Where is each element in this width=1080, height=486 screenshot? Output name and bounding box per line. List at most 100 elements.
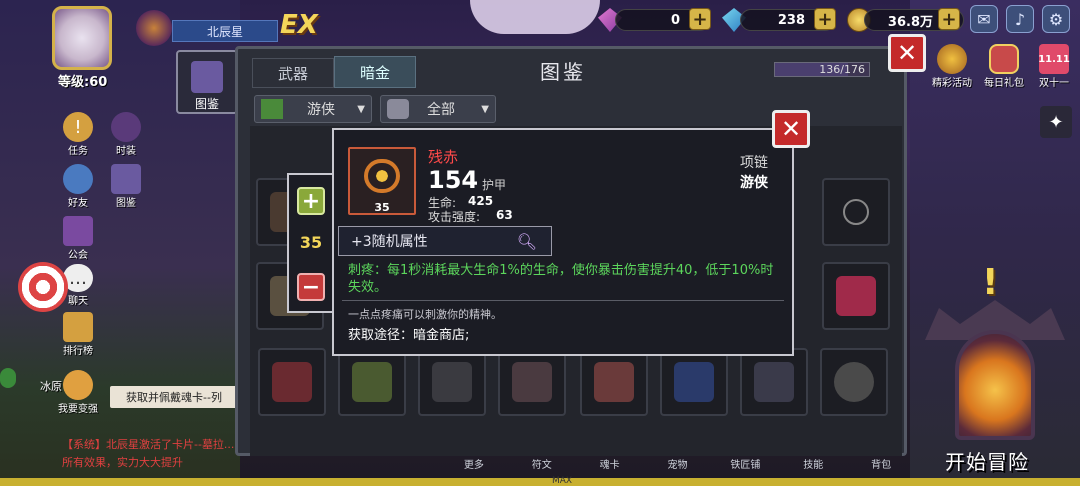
strengthen-button[interactable]: 我要变强: [56, 370, 100, 415]
daily-gift-label: 每日礼包: [984, 78, 1024, 89]
quantity-stepper: + 35 −: [287, 173, 335, 313]
friends-icon: [63, 164, 93, 194]
friends-label: 好友: [68, 198, 88, 209]
double-eleven-label: 双十一: [1039, 78, 1069, 89]
daily-gift-button[interactable]: 每日礼包: [980, 44, 1028, 90]
nav-skill[interactable]: 技能: [779, 456, 847, 476]
item-slot-type: 项链: [740, 155, 768, 171]
item-art: [674, 362, 714, 402]
codex-slot[interactable]: [822, 262, 890, 330]
codex-icon: [191, 61, 223, 93]
class-filter-dropdown[interactable]: 游侠 ▼: [254, 95, 372, 123]
codex-slot[interactable]: [820, 348, 888, 416]
nav-more[interactable]: 更多: [440, 456, 508, 476]
item-art: [754, 362, 794, 402]
mail-icon[interactable]: ✉: [970, 5, 998, 33]
settings-gear-icon[interactable]: ⚙: [1042, 5, 1070, 33]
nav-blacksmith[interactable]: 铁匠铺: [711, 456, 779, 476]
nav-rune[interactable]: 符文: [508, 456, 576, 476]
close-panel-button[interactable]: ✕: [888, 34, 926, 72]
guild-icon: [63, 216, 93, 246]
codex-slot[interactable]: [338, 348, 406, 416]
costume-button[interactable]: 时装: [104, 112, 148, 157]
add-diamond-button[interactable]: +: [814, 8, 836, 30]
quest-button[interactable]: ! 任务: [56, 112, 100, 157]
random-attribute-text: +3随机属性: [351, 234, 428, 250]
codex-slot[interactable]: [418, 348, 486, 416]
moon-decoration: [470, 0, 600, 34]
quantity-value: 35: [299, 233, 323, 252]
tab-dark-gold[interactable]: 暗金: [334, 56, 416, 88]
decrease-button[interactable]: −: [297, 273, 325, 301]
stat-attack-value: 63: [496, 208, 513, 222]
magnifier-icon[interactable]: 🔍︎: [517, 232, 537, 251]
system-message: 【系统】北辰星激活了卡片--墓拉...所有效果，实力大大提升: [62, 438, 235, 469]
scope-filter-icon: [387, 99, 409, 119]
bottom-nav: 更多 符文 魂卡 宠物 铁匠铺 技能 背包: [440, 456, 915, 476]
guild-emblem-icon[interactable]: [136, 10, 172, 46]
friends-button[interactable]: 好友: [56, 164, 100, 209]
codex-slot[interactable]: [660, 348, 728, 416]
codex-side-button[interactable]: 图鉴: [104, 164, 148, 209]
collapse-menu-icon[interactable]: ✦: [1040, 106, 1072, 138]
item-art: [594, 362, 634, 402]
item-art: [272, 362, 312, 402]
codex-slot[interactable]: [498, 348, 566, 416]
sound-icon[interactable]: ♪: [1006, 5, 1034, 33]
start-adventure-button[interactable]: 开始冒险: [945, 446, 1029, 475]
close-popup-button[interactable]: ✕: [772, 110, 810, 148]
costume-icon: [111, 112, 141, 142]
area-label: 冰原: [40, 380, 62, 393]
rank-badge: EX: [280, 10, 318, 40]
player-name: 北辰星: [172, 20, 278, 42]
strengthen-label: 我要变强: [58, 404, 98, 415]
costume-label: 时装: [116, 146, 136, 157]
add-coin-button[interactable]: +: [938, 8, 960, 30]
quest-icon: !: [63, 112, 93, 142]
ranking-button[interactable]: 排行榜: [56, 312, 100, 357]
nav-pet[interactable]: 宠物: [644, 456, 712, 476]
codex-button[interactable]: 图鉴: [176, 50, 238, 114]
item-name: 残赤: [428, 148, 459, 166]
scope-filter-dropdown[interactable]: 全部 ▼: [380, 95, 496, 123]
collection-progress: 136/176: [774, 62, 870, 77]
events-button[interactable]: 精彩活动: [928, 44, 976, 90]
item-icon: 35: [348, 147, 416, 215]
exclamation-icon[interactable]: !: [982, 262, 1004, 310]
add-gem-button[interactable]: +: [689, 8, 711, 30]
double-eleven-button[interactable]: 11.11 双十一: [1030, 44, 1078, 90]
double-eleven-icon: 11.11: [1038, 44, 1070, 74]
guild-button[interactable]: 公会: [56, 216, 100, 261]
necklace-icon: [364, 159, 400, 193]
chevron-down-icon: ▼: [357, 103, 365, 115]
game-screen: ! 等级:60 北辰星 EX 0 + 238 + 36.8万 + ✉ ♪ ⚙ 精…: [0, 0, 1080, 486]
codex-slot[interactable]: [580, 348, 648, 416]
codex-slot[interactable]: [822, 178, 890, 246]
codex-side-icon: [111, 164, 141, 194]
popup-divider: [342, 300, 784, 301]
item-armor-value: 154: [428, 166, 479, 194]
events-icon: [937, 44, 967, 74]
stat-hp-value: 425: [468, 194, 494, 208]
target-icon[interactable]: [18, 262, 68, 312]
speed-icon[interactable]: [0, 368, 16, 388]
random-attribute-box[interactable]: +3随机属性 🔍︎: [338, 226, 552, 256]
ranking-label: 排行榜: [63, 346, 93, 357]
tab-weapon[interactable]: 武器: [252, 58, 334, 88]
strengthen-icon: [63, 370, 93, 400]
item-art: [512, 362, 552, 402]
increase-button[interactable]: +: [297, 187, 325, 215]
nav-soul-card[interactable]: 魂卡: [576, 456, 644, 476]
class-filter-icon: [261, 99, 283, 119]
collection-progress-text: 136/176: [819, 63, 865, 76]
item-class-type: 游侠: [740, 175, 768, 191]
item-level: 35: [374, 201, 390, 214]
nav-backpack[interactable]: 背包: [847, 456, 915, 476]
player-avatar[interactable]: [52, 6, 112, 70]
codex-slot[interactable]: [740, 348, 808, 416]
item-source: 获取途径：暗金商店;: [348, 328, 470, 343]
codex-slot[interactable]: [258, 348, 326, 416]
chevron-down-icon: ▼: [481, 103, 489, 115]
portal-decoration: [955, 330, 1035, 440]
item-art: [836, 276, 876, 316]
